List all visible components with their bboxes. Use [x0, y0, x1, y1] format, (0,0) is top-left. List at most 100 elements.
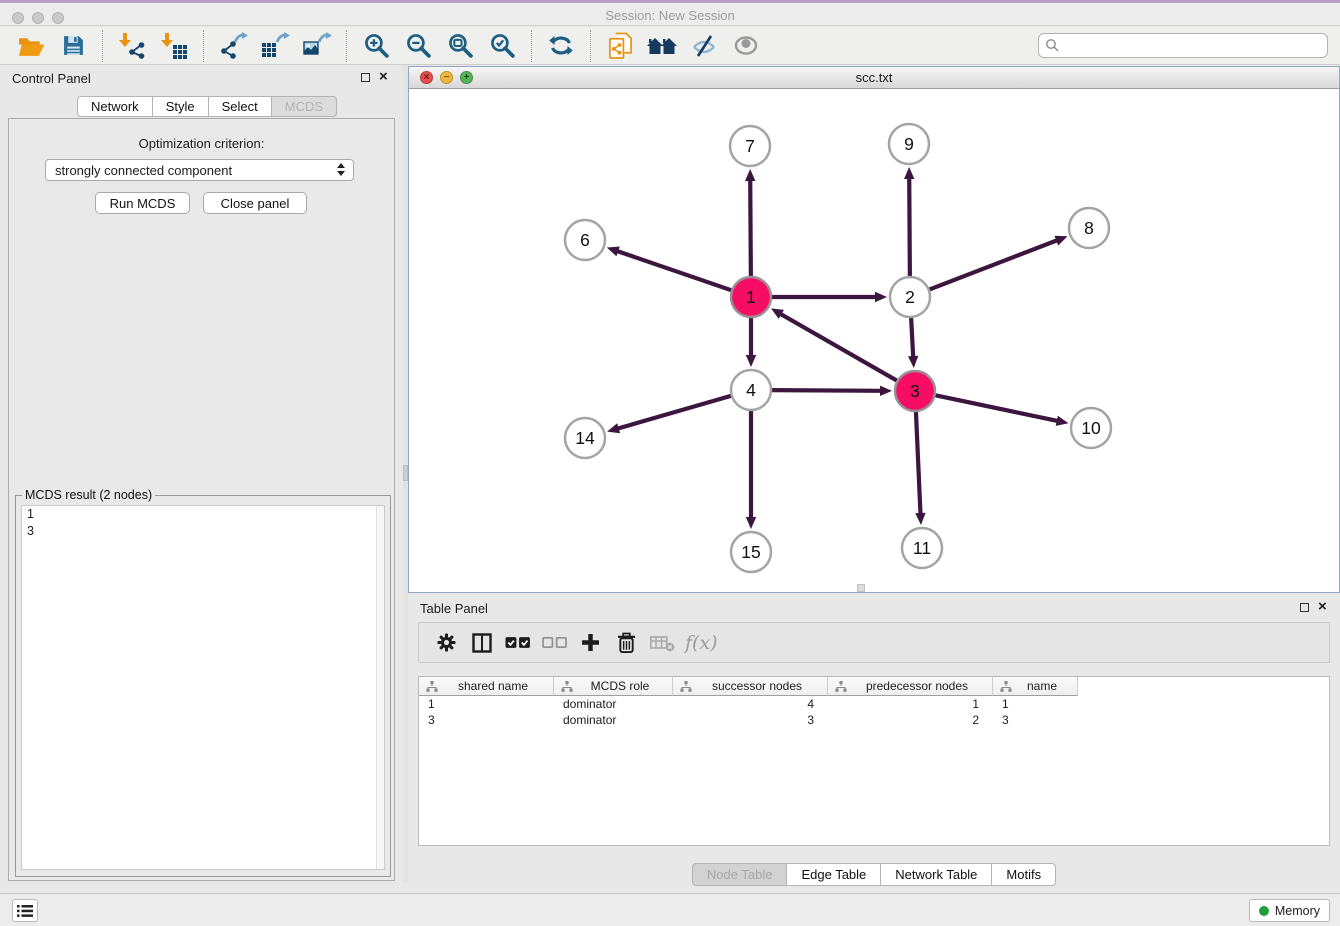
- edge-3-to-11[interactable]: [915, 412, 925, 525]
- application-window: Session: New Session: [0, 0, 1340, 926]
- optimization-criterion-select[interactable]: strongly connected component: [45, 159, 354, 181]
- close-panel-icon[interactable]: ×: [379, 68, 388, 86]
- table-toolbar: f(x): [418, 622, 1330, 663]
- trash-icon: [617, 632, 636, 654]
- float-panel-icon[interactable]: [361, 73, 370, 82]
- graph-node-2[interactable]: 2: [890, 277, 930, 317]
- close-table-panel-icon[interactable]: ×: [1318, 598, 1327, 616]
- graph-node-15[interactable]: 15: [731, 532, 771, 572]
- add-column-button[interactable]: [577, 628, 603, 658]
- edge-1-to-7[interactable]: [745, 169, 755, 276]
- search-field[interactable]: [1038, 33, 1328, 58]
- graph-node-7[interactable]: 7: [730, 126, 770, 166]
- tab-select[interactable]: Select: [208, 96, 272, 117]
- show-panels-button[interactable]: [729, 30, 763, 62]
- edge-3-to-1[interactable]: [771, 308, 897, 380]
- table-row[interactable]: 3dominator323: [419, 712, 1329, 728]
- tab-mcds[interactable]: MCDS: [271, 96, 337, 117]
- deselect-all-rows-button[interactable]: [541, 628, 567, 658]
- apply-function-button: f(x): [685, 628, 718, 658]
- control-panel-header: Control Panel ×: [0, 65, 403, 91]
- graph-node-11[interactable]: 11: [902, 528, 942, 568]
- open-session-button[interactable]: [14, 30, 48, 62]
- memory-button[interactable]: Memory: [1249, 899, 1330, 922]
- edge-3-to-10[interactable]: [936, 395, 1069, 426]
- export-network-button[interactable]: [216, 30, 250, 62]
- node-label: 15: [741, 542, 760, 562]
- graph-node-6[interactable]: 6: [565, 220, 605, 260]
- save-floppy-icon: [62, 34, 85, 57]
- edge-2-to-8[interactable]: [930, 236, 1068, 290]
- network-canvas[interactable]: 7 9 6 8 1 2 4 3 14 10 15 11: [409, 89, 1339, 592]
- zoom-fit-content-button[interactable]: [443, 30, 477, 62]
- canvas-resize-grip[interactable]: [857, 584, 865, 592]
- task-history-button[interactable]: [12, 899, 38, 922]
- tab-network[interactable]: Network: [77, 96, 153, 117]
- zoom-in-button[interactable]: [359, 30, 393, 62]
- table-body: 1dominator4113dominator323: [419, 696, 1329, 728]
- network-window-titlebar[interactable]: × − + scc.txt: [409, 67, 1339, 89]
- edge-4-to-3[interactable]: [772, 386, 892, 396]
- attribute-tree-icon: [1000, 681, 1012, 692]
- node-label: 1: [746, 287, 756, 307]
- run-mcds-button[interactable]: Run MCDS: [95, 192, 190, 214]
- network-overview-button[interactable]: [645, 30, 679, 62]
- open-folder-icon: [18, 34, 45, 57]
- column-header-mcds-role[interactable]: MCDS role: [554, 677, 673, 696]
- attribute-tree-icon: [680, 681, 692, 692]
- graph-node-3[interactable]: 3: [895, 371, 935, 411]
- hide-panels-button[interactable]: [687, 30, 721, 62]
- scrollbar-track[interactable]: [376, 506, 384, 869]
- column-header-predecessor-nodes[interactable]: predecessor nodes: [828, 677, 993, 696]
- edge-1-to-4[interactable]: [746, 318, 756, 367]
- column-header-successor-nodes[interactable]: successor nodes: [673, 677, 828, 696]
- zoom-out-button[interactable]: [401, 30, 435, 62]
- tab-style[interactable]: Style: [152, 96, 209, 117]
- tab-network-table[interactable]: Network Table: [880, 863, 992, 886]
- export-table-button[interactable]: [258, 30, 292, 62]
- table-settings-button[interactable]: [433, 628, 459, 658]
- copy-network-button[interactable]: [603, 30, 637, 62]
- edge-2-to-9[interactable]: [904, 167, 914, 276]
- criterion-value: strongly connected component: [55, 163, 232, 178]
- tab-node-table[interactable]: Node Table: [692, 863, 788, 886]
- mcds-result-line: 1: [22, 506, 384, 523]
- tab-motifs[interactable]: Motifs: [991, 863, 1056, 886]
- refresh-view-button[interactable]: [544, 30, 578, 62]
- control-panel: Control Panel × NetworkStyleSelectMCDS O…: [0, 65, 403, 883]
- import-table-button[interactable]: [157, 30, 191, 62]
- edge-1-to-2[interactable]: [772, 292, 887, 302]
- close-panel-button[interactable]: Close panel: [203, 192, 307, 214]
- search-input[interactable]: [1060, 36, 1327, 56]
- edge-4-to-15[interactable]: [746, 411, 756, 529]
- tab-edge-table[interactable]: Edge Table: [786, 863, 881, 886]
- column-visibility-button[interactable]: [469, 628, 495, 658]
- column-header-name[interactable]: name: [993, 677, 1078, 696]
- import-network-button[interactable]: [115, 30, 149, 62]
- graph-node-4[interactable]: 4: [731, 370, 771, 410]
- table-row[interactable]: 1dominator411: [419, 696, 1329, 712]
- mcds-result-list[interactable]: 13: [21, 505, 385, 870]
- graph-node-9[interactable]: 9: [889, 124, 929, 164]
- edge-1-to-6[interactable]: [607, 246, 731, 290]
- graph-node-1[interactable]: 1: [731, 277, 771, 317]
- delete-column-button[interactable]: [613, 628, 639, 658]
- edge-4-to-14[interactable]: [607, 396, 731, 433]
- network-graph[interactable]: 7 9 6 8 1 2 4 3 14 10 15 11: [409, 89, 1339, 592]
- zoom-selected-button[interactable]: [485, 30, 519, 62]
- column-header-label: predecessor nodes: [852, 679, 968, 693]
- column-header-shared-name[interactable]: shared name: [419, 677, 554, 696]
- edge-2-to-3[interactable]: [908, 318, 918, 368]
- graph-node-10[interactable]: 10: [1071, 408, 1111, 448]
- graph-node-14[interactable]: 14: [565, 418, 605, 458]
- float-table-panel-icon[interactable]: [1300, 603, 1309, 612]
- main-toolbar: [0, 27, 1340, 65]
- node-label: 3: [910, 381, 920, 401]
- save-session-button[interactable]: [56, 30, 90, 62]
- export-network-icon: [218, 32, 248, 59]
- export-image-button[interactable]: [300, 30, 334, 62]
- select-all-rows-button[interactable]: [505, 628, 531, 658]
- node-label: 9: [904, 134, 914, 154]
- optimization-criterion-label: Optimization criterion:: [9, 136, 394, 151]
- graph-node-8[interactable]: 8: [1069, 208, 1109, 248]
